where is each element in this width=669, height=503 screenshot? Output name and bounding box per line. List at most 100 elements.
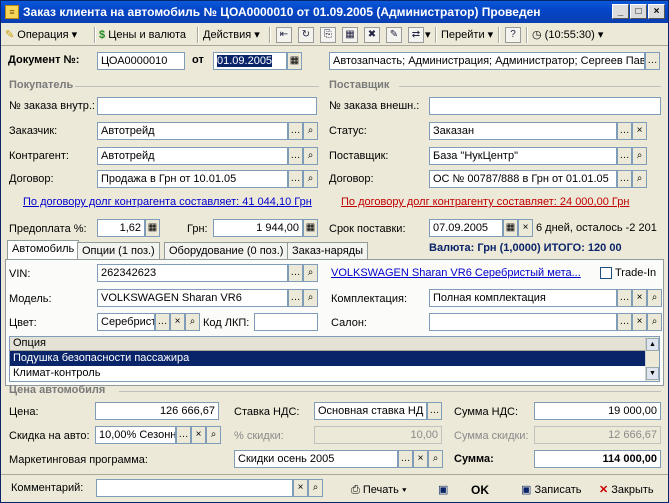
grn-field[interactable]: 1 944,00 — [213, 219, 303, 237]
counterparty-search-icon[interactable]: ⌕ — [303, 147, 318, 165]
model-search-icon[interactable]: ⌕ — [303, 289, 318, 307]
minimize-button[interactable]: _ — [612, 4, 629, 19]
salon-select-button[interactable]: … — [617, 313, 632, 331]
options-scrollbar[interactable]: ▲ ▼ — [645, 337, 659, 381]
prices-currency-button[interactable]: $ Цены и валюта — [99, 26, 186, 44]
vin-search-icon[interactable]: ⌕ — [303, 264, 318, 282]
supplier-field[interactable]: База "НукЦентр" — [429, 147, 617, 165]
vat-rate-field[interactable]: Основная ставка НД — [314, 402, 427, 420]
equipment-select-button[interactable]: … — [617, 289, 632, 307]
help-button[interactable]: ? — [505, 27, 521, 43]
vat-sum-field[interactable]: 19 000,00 — [534, 402, 661, 420]
structure-icon[interactable]: ⇄ — [408, 27, 424, 43]
buyer-debt-link[interactable]: По договору долг контрагента составляет:… — [23, 196, 312, 208]
refresh-icon[interactable]: ↻ — [298, 27, 314, 43]
status-select-button[interactable]: … — [617, 122, 632, 140]
comment-clear-icon[interactable]: × — [293, 479, 308, 497]
color-select-button[interactable]: … — [155, 313, 170, 331]
color-clear-icon[interactable]: × — [170, 313, 185, 331]
delivery-clear-icon[interactable]: × — [518, 219, 533, 237]
comment-search-icon[interactable]: ⌕ — [308, 479, 323, 497]
equipment-search-icon[interactable]: ⌕ — [647, 289, 662, 307]
actions-menu[interactable]: Действия ▾ — [203, 26, 260, 44]
customer-field[interactable]: Автотрейд — [97, 122, 288, 140]
timer-button[interactable]: ◷ (10:55:30) ▾ — [532, 26, 603, 44]
status-field[interactable]: Заказан — [429, 122, 617, 140]
tradein-checkbox[interactable] — [600, 267, 612, 279]
marketing-clear-icon[interactable]: × — [413, 450, 428, 468]
supplier-debt-link[interactable]: По договору долг контрагенту составляет:… — [341, 196, 629, 208]
delivery-calendar-icon[interactable]: ▦ — [503, 219, 518, 237]
discount-search-icon[interactable]: ⌕ — [206, 426, 221, 444]
calendar-icon[interactable]: ▦ — [287, 52, 302, 70]
equipment-field[interactable]: Полная комплектация — [429, 289, 617, 307]
marketing-field[interactable]: Скидки осень 2005 — [234, 450, 398, 468]
goto-menu[interactable]: Перейти ▾ — [441, 26, 493, 44]
model-select-button[interactable]: … — [288, 289, 303, 307]
tab-equipment[interactable]: Оборудование (0 поз.) — [164, 242, 289, 259]
print-button[interactable]: ⎙ Печать ▾ — [351, 480, 407, 500]
supplier-contract-select-button[interactable]: … — [617, 170, 632, 188]
tab-work-orders[interactable]: Заказ-наряды — [287, 242, 368, 259]
price-field[interactable]: 126 666,67 — [95, 402, 219, 420]
salon-search-icon[interactable]: ⌕ — [647, 313, 662, 331]
lkp-field[interactable] — [254, 313, 318, 331]
structure-dropdown-icon[interactable]: ▾ — [425, 26, 431, 44]
salon-field[interactable] — [429, 313, 617, 331]
back-arrow-icon[interactable]: ⇤ — [276, 27, 292, 43]
scroll-down-icon[interactable]: ▼ — [646, 367, 659, 380]
doc-number-field[interactable]: ЦОА0000010 — [97, 52, 185, 70]
marketing-search-icon[interactable]: ⌕ — [428, 450, 443, 468]
marketing-select-button[interactable]: … — [398, 450, 413, 468]
save-disk-icon[interactable]: ▣ — [438, 480, 448, 500]
sum-field[interactable]: 114 000,00 — [534, 450, 661, 468]
counterparty-field[interactable]: Автотрейд — [97, 147, 288, 165]
car-link[interactable]: VOLKSWAGEN Sharan VR6 Серебристый мета..… — [331, 267, 581, 279]
prepay-calc-icon[interactable]: ▦ — [145, 219, 160, 237]
customer-search-icon[interactable]: ⌕ — [303, 122, 318, 140]
equipment-clear-icon[interactable]: × — [632, 289, 647, 307]
buyer-contract-search-icon[interactable]: ⌕ — [303, 170, 318, 188]
options-list[interactable]: Опция Подушка безопасности пассажира Кли… — [9, 336, 660, 382]
maximize-button[interactable]: □ — [630, 4, 647, 19]
operation-menu[interactable]: ✎ Операция ▾ — [5, 26, 77, 44]
vat-rate-select-button[interactable]: … — [427, 402, 442, 420]
supplier-contract-field[interactable]: ОС № 00787/888 в Грн от 01.01.05 — [429, 170, 617, 188]
vin-select-button[interactable]: … — [288, 264, 303, 282]
buyer-contract-field[interactable]: Продажа в Грн от 10.01.05 — [97, 170, 288, 188]
discount-clear-icon[interactable]: × — [191, 426, 206, 444]
doc-info-field[interactable]: Автозапчасть; Администрация; Администрат… — [329, 52, 645, 70]
vin-field[interactable]: 262342623 — [97, 264, 288, 282]
color-field[interactable]: Серебрист — [97, 313, 155, 331]
discount-select-button[interactable]: … — [176, 426, 191, 444]
discount-field[interactable]: 10,00% Сезонн — [95, 426, 176, 444]
edit-icon[interactable]: ✎ — [386, 27, 402, 43]
color-search-icon[interactable]: ⌕ — [185, 313, 200, 331]
select-button[interactable]: … — [645, 52, 660, 70]
doc-date-field[interactable]: 01.09.2005 — [213, 52, 287, 70]
ok-button[interactable]: OK — [471, 480, 489, 500]
external-order-field[interactable] — [429, 97, 661, 115]
status-clear-icon[interactable]: × — [632, 122, 647, 140]
list-item[interactable]: Климат-контроль — [10, 366, 659, 381]
salon-clear-icon[interactable]: × — [632, 313, 647, 331]
customer-select-button[interactable]: … — [288, 122, 303, 140]
internal-order-field[interactable] — [97, 97, 317, 115]
tab-options[interactable]: Опции (1 поз.) — [77, 242, 160, 259]
save-button[interactable]: ▣ Записать — [521, 480, 581, 500]
grn-calc-icon[interactable]: ▦ — [303, 219, 318, 237]
counterparty-select-button[interactable]: … — [288, 147, 303, 165]
model-field[interactable]: VOLKSWAGEN Sharan VR6 — [97, 289, 288, 307]
delivery-date-field[interactable]: 07.09.2005 — [429, 219, 503, 237]
supplier-search-icon[interactable]: ⌕ — [632, 147, 647, 165]
copy-icon[interactable]: ⎘ — [320, 27, 336, 43]
prepay-field[interactable]: 1,62 — [97, 219, 145, 237]
close-button[interactable]: ✕ Закрыть — [599, 480, 654, 500]
comment-field[interactable] — [96, 479, 293, 497]
tab-car[interactable]: Автомобиль — [7, 240, 80, 260]
scroll-up-icon[interactable]: ▲ — [646, 338, 659, 351]
buyer-contract-select-button[interactable]: … — [288, 170, 303, 188]
post-document-icon[interactable]: ▦ — [342, 27, 358, 43]
close-window-button[interactable]: × — [648, 4, 665, 19]
supplier-contract-search-icon[interactable]: ⌕ — [632, 170, 647, 188]
